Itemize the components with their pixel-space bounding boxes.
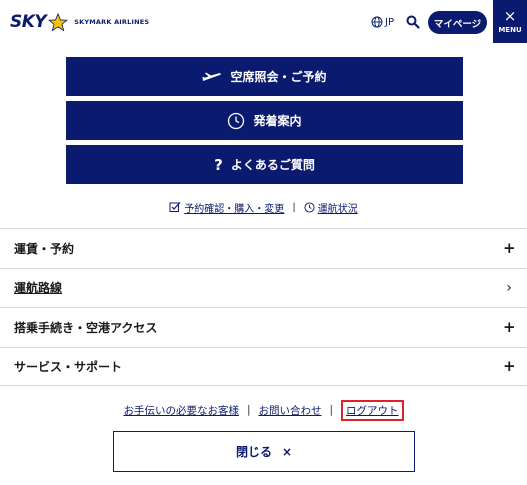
plus-icon: + xyxy=(503,357,516,376)
button-label: よくあるご質問 xyxy=(230,158,315,172)
logout-link[interactable]: ログアウト xyxy=(341,399,404,421)
clock-icon xyxy=(228,112,245,129)
clock-icon xyxy=(304,201,315,213)
language-selector[interactable]: JP xyxy=(371,16,394,28)
close-icon: × xyxy=(503,7,517,25)
menu-label: MENU xyxy=(498,26,522,34)
language-label: JP xyxy=(385,16,394,28)
quick-links: 予約確認・購入・変更 | 運航状況 xyxy=(0,199,527,215)
close-menu-button[interactable]: 閉じる × xyxy=(113,431,415,472)
flight-arrival-departure-button[interactable]: 発着案内 xyxy=(66,101,463,140)
flight-status-link[interactable]: 運航状況 xyxy=(318,200,358,215)
plus-icon: + xyxy=(503,239,516,258)
assistance-link[interactable]: お手伝いの必要なお客様 xyxy=(123,403,239,418)
airplane-icon xyxy=(202,72,222,81)
main-menu-list: 運賃・予約 + 運航路線 › 搭乗手続き・空港アクセス + サービス・サポート … xyxy=(0,228,527,386)
menu-item-label: 運賃・予約 xyxy=(14,241,75,256)
contact-link[interactable]: お問い合わせ xyxy=(259,403,322,418)
button-label: 空席照会・ご予約 xyxy=(230,70,327,84)
logo-subtext: SKYMARK AIRLINES xyxy=(74,18,150,26)
mypage-button[interactable]: マイページ xyxy=(428,11,487,34)
close-button-label: 閉じる xyxy=(235,445,272,459)
search-button[interactable] xyxy=(405,14,421,30)
footer-links: お手伝いの必要なお客様 | お問い合わせ | ログアウト xyxy=(0,399,527,421)
reservation-check-link[interactable]: 予約確認・購入・変更 xyxy=(184,200,284,215)
menu-item-label: 運航路線 xyxy=(14,281,63,296)
faq-button[interactable]: ? よくあるご質問 xyxy=(66,145,463,184)
menu-item-boarding-airport-access[interactable]: 搭乗手続き・空港アクセス + xyxy=(0,307,527,347)
menu-item-fares-reservation[interactable]: 運賃・予約 + xyxy=(0,228,527,268)
globe-icon xyxy=(371,16,383,28)
menu-item-label: サービス・サポート xyxy=(14,359,123,374)
question-icon: ? xyxy=(214,155,223,174)
site-header: SKY SKYMARK AIRLINES JP マイページ × MENU xyxy=(0,0,527,46)
close-icon: × xyxy=(281,444,293,459)
star-logo-icon xyxy=(48,13,69,31)
button-label: 発着案内 xyxy=(253,114,302,128)
menu-close-button[interactable]: × MENU xyxy=(493,0,527,43)
seat-search-reservation-button[interactable]: 空席照会・ご予約 xyxy=(66,57,463,96)
menu-item-routes[interactable]: 運航路線 › xyxy=(0,267,527,308)
logo-wordmark: SKY xyxy=(10,12,47,32)
separator: | xyxy=(329,404,334,416)
search-icon xyxy=(406,15,420,29)
separator: | xyxy=(292,201,296,213)
skymark-logo[interactable]: SKY SKYMARK AIRLINES xyxy=(10,12,149,32)
plus-icon: + xyxy=(503,318,516,337)
menu-item-service-support[interactable]: サービス・サポート + xyxy=(0,346,527,386)
menu-item-label: 搭乗手続き・空港アクセス xyxy=(14,320,158,335)
chevron-right-icon: › xyxy=(506,279,512,296)
checkbox-icon xyxy=(169,202,181,212)
separator: | xyxy=(246,404,251,416)
